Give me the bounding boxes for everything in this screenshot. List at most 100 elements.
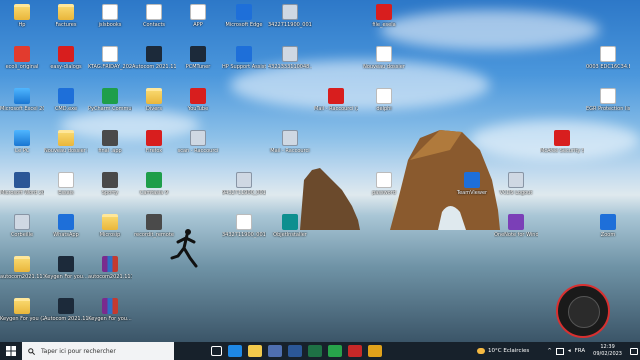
desktop[interactable]: Hp Factures jslsbooks Contacts APP Microsoft … [0,0,640,342]
desktop-icon[interactable]: Keygen For you... [88,298,132,322]
clock[interactable]: 12:39 09/02/2023 [593,344,622,358]
desktop-icon-label: ecoli_original [5,64,39,70]
start-button[interactable] [0,342,22,360]
taskbar-search-box[interactable]: Taper ici pour rechercher [22,342,174,360]
desktop-icon[interactable]: 0003 EDC16C34.BIN [586,46,630,70]
desktop-icon[interactable]: Factures [44,4,88,28]
desktop-icon[interactable]: EGR Protection list.transaction... [586,88,630,112]
desktop-icon[interactable]: recordit_remote [132,214,176,238]
desktop-icon[interactable]: CMD.exe [44,88,88,112]
desktop-icon[interactable]: Corbeille [0,214,44,238]
weather-icon[interactable] [477,348,486,354]
desktop-icon[interactable]: 3432711900_0010... [222,214,266,238]
file-explorer-icon[interactable] [248,345,262,357]
desktop-icon[interactable]: Autocom 2021.11 Trucks [132,46,176,70]
desktop-icon[interactable]: Mail - Raccourci (2) [314,88,358,112]
excel-icon[interactable] [308,345,322,357]
desktop-icon[interactable]: Nouveau dossier [362,46,406,70]
green-icon [102,88,118,104]
desktop-icon[interactable]: WhatsApp [44,214,88,238]
desktop-icon[interactable]: Firefox [132,130,176,154]
desktop-icon[interactable]: autocom2021.111 [88,256,132,280]
dark-icon [58,256,74,272]
rar-icon [102,256,118,272]
desktop-icon[interactable]: TeamViewer [450,172,494,196]
purple-icon [508,214,524,230]
desktop-icon[interactable]: jslsbooks [88,4,132,28]
desktop-icon-label: Autocom 2021.11 Trucks [132,64,176,70]
app-icon [146,214,162,230]
desktop-icon[interactable]: OneNote for Windows 10 [494,214,538,238]
desktop-icon[interactable]: APP [176,4,220,28]
desktop-icon[interactable]: PyCharm Community... [88,88,132,112]
camtasia-icon[interactable] [328,345,342,357]
exe-icon [282,130,298,146]
chrome-icon[interactable] [368,345,382,357]
desktop-icon[interactable]: file_esela [362,4,406,28]
desktop-icon[interactable]: Sporty [88,172,132,196]
language-indicator[interactable]: FRA [575,348,586,354]
desktop-icon[interactable]: Keygen For you (2)... [0,298,44,322]
store-icon[interactable] [268,345,282,357]
tray-chevron-up-icon[interactable]: ^ [547,348,552,354]
rar-icon [102,298,118,314]
app-icon[interactable] [348,345,362,357]
desktop-icon[interactable]: YouTube [176,88,220,112]
desktop-icon[interactable]: final .app [88,130,132,154]
desktop-icon[interactable]: Zoom [586,214,630,238]
desktop-icon[interactable]: autocom2021.111 [0,256,44,280]
blue-icon [600,214,616,230]
desktop-icon[interactable]: Autocom 2021.11 Cars [44,298,88,322]
desktop-icon[interactable]: Microsoft Edge [222,4,266,28]
desktop-icon-label: Nouveau dossier (2) [44,148,88,154]
desktop-icon[interactable]: 3422711900_0010... [268,4,312,28]
desktop-icon[interactable]: Contacts [132,4,176,28]
volume-icon[interactable]: ◂ [568,348,571,354]
desktop-icon[interactable]: Microsip [88,214,132,238]
desktop-icon[interactable]: delphi [362,88,406,112]
search-icon [28,347,35,355]
exe-icon [282,46,298,62]
desktop-icon[interactable]: Mail - Raccourci [268,130,312,154]
desktop-icon-label: Nouveau dossier [363,64,405,70]
desktop-icon-label: easy-dialogs [50,64,82,70]
desktop-icon[interactable]: HP Support Assistant [222,46,266,70]
desktop-icon[interactable]: Keygen For you... [44,256,88,280]
desktop-icon[interactable]: easy-dialogs [44,46,88,70]
exe-icon [508,172,524,188]
desktop-icon-label: KTAG.FRIDAY_2023 [88,64,132,70]
weather-text[interactable]: 10°C Eclaircies [488,348,529,354]
desktop-icon[interactable]: Ce PC [0,130,44,154]
pc-icon [14,130,30,146]
desktop-icon[interactable]: Camtasia 9 [132,172,176,196]
desktop-icon[interactable]: ObjetInstaller [268,214,312,238]
desktop-icon[interactable]: McAfee Security Scan Plus [540,130,584,154]
desktop-icon[interactable]: Microsoft Excel 2016 [0,88,44,112]
file-icon [376,46,392,62]
task-view-icon[interactable] [211,346,222,356]
desktop-icon-label: Sporty [101,190,119,196]
word-icon[interactable] [288,345,302,357]
desktop-icon-label: jslsbooks [98,22,122,28]
desktop-icon[interactable]: Divers [132,88,176,112]
teal-icon [282,214,298,230]
desktop-icon[interactable]: VCDS Logout [494,172,538,196]
folder-icon [146,88,162,104]
edge-icon[interactable] [228,345,242,357]
notification-center-button[interactable] [628,342,640,360]
desktop-icon[interactable]: Nouveau dossier (2) [44,130,88,154]
desktop-icon[interactable]: password [362,172,406,196]
exe-icon [14,214,30,230]
desktop-icon[interactable]: Microsoft Word 2016 [0,172,44,196]
desktop-icon[interactable]: ecoli_original [0,46,44,70]
desktop-icon[interactable]: scan - Raccourci [176,130,220,154]
desktop-icon[interactable]: 4321333110048... [268,46,312,70]
network-icon[interactable] [555,347,564,355]
file-icon [376,88,392,104]
desktop-icon[interactable]: Essais [44,172,88,196]
desktop-icon[interactable]: 9432711900_0010... [222,172,266,196]
desktop-icon-label: Microsip [99,232,121,238]
desktop-icon[interactable]: KTAG.FRIDAY_2023 [88,46,132,70]
desktop-icon[interactable]: Hp [0,4,44,28]
desktop-icon[interactable]: PCMTuner [176,46,220,70]
